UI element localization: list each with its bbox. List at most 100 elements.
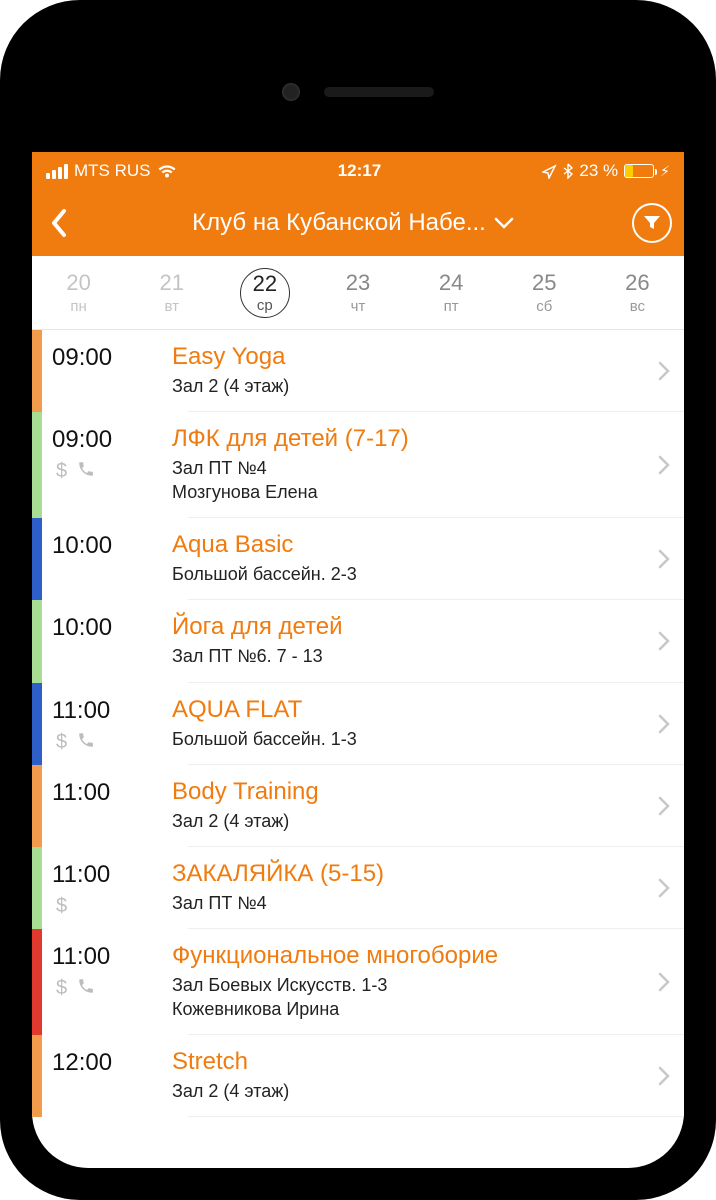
- paid-icon: $: [56, 731, 67, 755]
- status-right: 23 % ⚡︎: [542, 161, 670, 181]
- chevron-right-icon: [658, 631, 670, 651]
- date-dow: пн: [70, 298, 86, 315]
- camera-icon: [282, 83, 300, 101]
- class-title: Йога для детей: [172, 612, 638, 642]
- disclosure: [644, 412, 684, 518]
- badges: $: [52, 895, 172, 918]
- schedule-item[interactable]: 09:00Easy YogaЗал 2 (4 этаж): [32, 330, 684, 412]
- schedule-item[interactable]: 11:00$ЗАКАЛЯЙКА (5-15)Зал ПТ №4: [32, 847, 684, 929]
- content-column: Body TrainingЗал 2 (4 этаж): [172, 765, 644, 847]
- nav-header: Клуб на Кубанской Набе...: [32, 190, 684, 256]
- chevron-right-icon: [658, 714, 670, 734]
- content-column: Йога для детейЗал ПТ №6. 7 - 13: [172, 600, 644, 682]
- bluetooth-icon: [563, 163, 573, 179]
- date-number: 23: [346, 270, 370, 296]
- date-cell[interactable]: 22ср: [218, 256, 311, 329]
- time-column: 11:00 $: [42, 929, 172, 1035]
- time-column: 11:00 $: [42, 683, 172, 765]
- battery-pct-label: 23 %: [579, 161, 618, 181]
- wifi-icon: [157, 164, 177, 179]
- badges: $: [52, 977, 172, 1001]
- time-column: 12:00: [42, 1035, 172, 1117]
- class-title: ЛФК для детей (7-17): [172, 424, 638, 454]
- disclosure: [644, 600, 684, 682]
- schedule-item[interactable]: 12:00StretchЗал 2 (4 этаж): [32, 1035, 684, 1117]
- class-location: Зал 2 (4 этаж): [172, 809, 638, 833]
- class-trainer: Мозгунова Елена: [172, 481, 638, 504]
- signal-icon: [46, 164, 68, 179]
- date-number: 25: [532, 270, 556, 296]
- battery-icon: [624, 164, 654, 178]
- disclosure: [644, 518, 684, 600]
- category-stripe: [32, 765, 42, 847]
- content-column: ЗАКАЛЯЙКА (5-15)Зал ПТ №4: [172, 847, 644, 929]
- class-location: Большой бассейн. 1-3: [172, 727, 638, 751]
- date-cell[interactable]: 24пт: [405, 256, 498, 329]
- filter-button[interactable]: [632, 203, 672, 243]
- time-column: 09:00$: [42, 412, 172, 518]
- phone-frame: MTS RUS 12:17 23 %: [0, 0, 716, 1200]
- location-arrow-icon: [542, 164, 557, 179]
- carrier-label: MTS RUS: [74, 161, 151, 181]
- category-stripe: [32, 847, 42, 929]
- time-column: 10:00: [42, 518, 172, 600]
- screen-wrap: MTS RUS 12:17 23 %: [32, 32, 684, 1168]
- category-stripe: [32, 330, 42, 412]
- date-dow: чт: [351, 298, 366, 315]
- app-screen: MTS RUS 12:17 23 %: [32, 152, 684, 1168]
- chevron-right-icon: [658, 796, 670, 816]
- chevron-right-icon: [658, 455, 670, 475]
- schedule-item[interactable]: 10:00Aqua BasicБольшой бассейн. 2-3: [32, 518, 684, 600]
- paid-icon: $: [56, 460, 67, 484]
- disclosure: [644, 765, 684, 847]
- content-column: Aqua BasicБольшой бассейн. 2-3: [172, 518, 644, 600]
- date-number: 21: [159, 270, 183, 296]
- content-column: AQUA FLATБольшой бассейн. 1-3: [172, 683, 644, 765]
- status-left: MTS RUS: [46, 161, 177, 181]
- status-bar: MTS RUS 12:17 23 %: [32, 152, 684, 190]
- chevron-right-icon: [658, 361, 670, 381]
- date-cell[interactable]: 20пн: [32, 256, 125, 329]
- class-title: ЗАКАЛЯЙКА (5-15): [172, 859, 638, 889]
- category-stripe: [32, 929, 42, 1035]
- schedule-item[interactable]: 09:00$ЛФК для детей (7-17)Зал ПТ №4Мозгу…: [32, 412, 684, 518]
- phone-icon: [77, 977, 95, 1001]
- date-cell[interactable]: 26вс: [591, 256, 684, 329]
- class-time: 11:00: [52, 697, 172, 725]
- paid-icon: $: [56, 895, 67, 918]
- class-location: Зал ПТ №6. 7 - 13: [172, 644, 638, 668]
- category-stripe: [32, 683, 42, 765]
- time-column: 11:00: [42, 765, 172, 847]
- badges: $: [52, 731, 172, 755]
- content-column: Easy YogaЗал 2 (4 этаж): [172, 330, 644, 412]
- schedule-item[interactable]: 11:00 $ AQUA FLATБольшой бассейн. 1-3: [32, 683, 684, 765]
- class-title: Stretch: [172, 1047, 638, 1077]
- back-button[interactable]: [44, 201, 74, 245]
- class-time: 12:00: [52, 1049, 172, 1077]
- date-cell[interactable]: 21вт: [125, 256, 218, 329]
- date-number: 24: [439, 270, 463, 296]
- date-cell[interactable]: 25сб: [498, 256, 591, 329]
- class-time: 11:00: [52, 943, 172, 971]
- time-column: 11:00$: [42, 847, 172, 929]
- paid-icon: $: [56, 977, 67, 1001]
- date-cell[interactable]: 23 чт: [311, 256, 404, 329]
- category-stripe: [32, 600, 42, 682]
- schedule-item[interactable]: 10:00Йога для детейЗал ПТ №6. 7 - 13: [32, 600, 684, 682]
- class-title: Функциональное многоборие: [172, 941, 638, 971]
- class-location: Зал 2 (4 этаж): [172, 1079, 638, 1103]
- schedule-item[interactable]: 11:00$Функциональное многобориеЗал Боевы…: [32, 929, 684, 1035]
- schedule-item[interactable]: 11:00Body TrainingЗал 2 (4 этаж): [32, 765, 684, 847]
- disclosure: [644, 847, 684, 929]
- class-time: 09:00: [52, 344, 172, 372]
- category-stripe: [32, 412, 42, 518]
- charging-icon: ⚡︎: [660, 163, 670, 180]
- title-dropdown[interactable]: Клуб на Кубанской Набе...: [80, 209, 626, 237]
- phone-icon: [77, 731, 95, 755]
- date-selector: 20пн21вт22ср 23 чт 24пт25сб26вс: [32, 256, 684, 330]
- chevron-down-icon: [494, 217, 514, 229]
- speaker-grille: [324, 87, 434, 97]
- filter-icon: [643, 215, 661, 231]
- class-location: Зал 2 (4 этаж): [172, 374, 638, 398]
- class-title: AQUA FLAT: [172, 695, 638, 725]
